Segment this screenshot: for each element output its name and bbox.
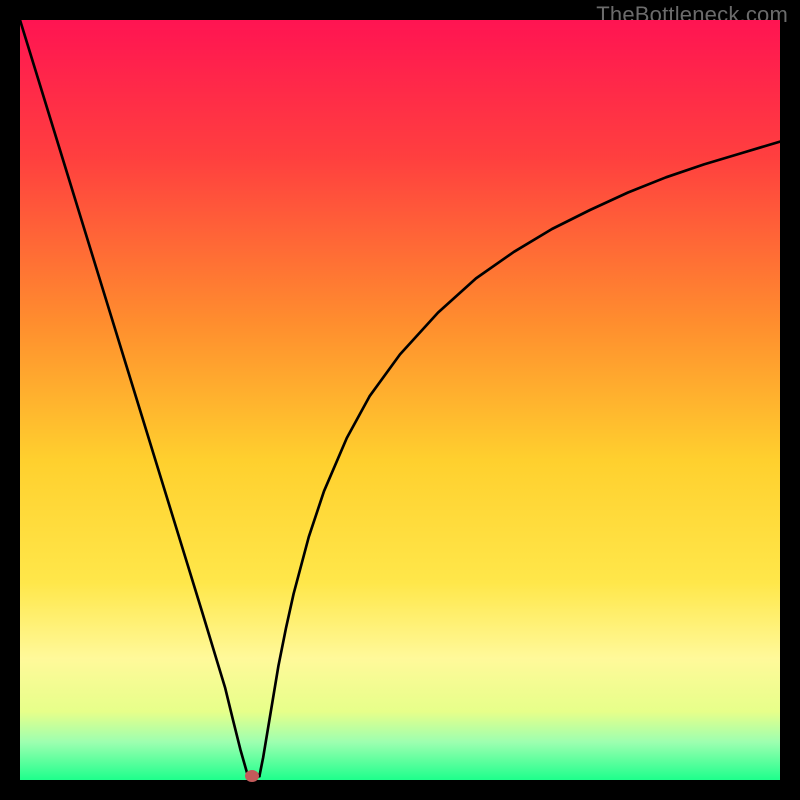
left-curve-path xyxy=(20,20,248,776)
chart-container: TheBottleneck.com xyxy=(0,0,800,800)
minimum-marker xyxy=(245,770,259,782)
right-curve-path xyxy=(259,142,780,777)
curve-layer xyxy=(20,20,780,780)
plot-area xyxy=(20,20,780,780)
